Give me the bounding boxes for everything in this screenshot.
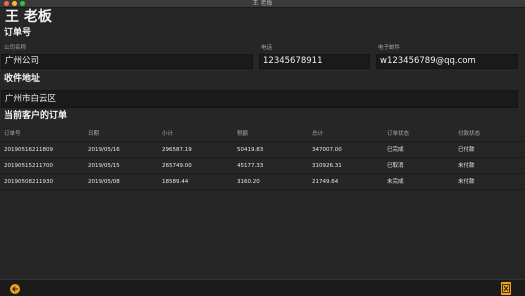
cell-order-no: 20190508211930 — [4, 179, 53, 185]
window-title: 王 老板 — [252, 0, 273, 7]
cell-tax: 3160.20 — [237, 179, 260, 185]
table-row[interactable]: 20190515211700 2019/05/15 265749.00 4517… — [0, 158, 525, 174]
cell-tax: 50419.83 — [237, 147, 264, 153]
cell-order-no: 20190516211809 — [4, 147, 53, 153]
column-header-subtotal[interactable]: 小计 — [162, 126, 173, 142]
cell-total: 310926.31 — [312, 163, 342, 169]
cell-order-status: 已完成 — [387, 147, 404, 153]
page-title: 王 老板 — [5, 9, 52, 25]
cell-tax: 45177.33 — [237, 163, 264, 169]
cell-subtotal: 296587.19 — [162, 147, 192, 153]
cell-order-status: 已取消 — [387, 163, 404, 169]
company-label: 公司名称 — [4, 45, 27, 51]
column-header-order-no[interactable]: 订单号 — [4, 126, 21, 142]
cell-payment-status: 未付款 — [458, 163, 475, 169]
cell-total: 21749.64 — [312, 179, 339, 185]
email-label: 电子邮件 — [378, 45, 401, 51]
back-button[interactable] — [10, 284, 20, 294]
cell-order-status: 未完成 — [387, 179, 404, 185]
orders-table: 订单号 日期 小计 税额 总计 订单状态 付款状态 20190516211809… — [0, 126, 525, 190]
cell-date: 2019/05/08 — [88, 179, 120, 185]
cell-subtotal: 18589.44 — [162, 179, 189, 185]
window-titlebar: 王 老板 — [0, 0, 525, 8]
cell-date: 2019/05/16 — [88, 147, 120, 153]
phone-field[interactable]: 12345678911 — [259, 54, 370, 69]
cell-date: 2019/05/15 — [88, 163, 120, 169]
column-header-payment-status[interactable]: 付款状态 — [458, 126, 480, 142]
column-header-date[interactable]: 日期 — [88, 126, 99, 142]
table-row[interactable]: 20190516211809 2019/05/16 296587.19 5041… — [0, 142, 525, 158]
address-section-title: 收件地址 — [4, 74, 41, 84]
export-excel-button[interactable] — [501, 282, 511, 295]
column-header-total[interactable]: 总计 — [312, 126, 323, 142]
cell-subtotal: 265749.00 — [162, 163, 192, 169]
cell-payment-status: 未付款 — [458, 179, 475, 185]
back-arrow-icon — [12, 286, 18, 292]
bottom-toolbar — [0, 279, 525, 296]
cell-order-no: 20190515211700 — [4, 163, 53, 169]
column-header-order-status[interactable]: 订单状态 — [387, 126, 409, 142]
excel-icon — [502, 284, 510, 293]
cell-payment-status: 已付款 — [458, 147, 475, 153]
table-row[interactable]: 20190508211930 2019/05/08 18589.44 3160.… — [0, 174, 525, 190]
cell-total: 347007.00 — [312, 147, 342, 153]
orders-section-title: 当前客户的订单 — [4, 111, 68, 121]
order-section-title: 订单号 — [4, 28, 32, 38]
phone-label: 电话 — [261, 45, 273, 51]
column-header-tax[interactable]: 税额 — [237, 126, 248, 142]
company-field[interactable]: 广州公司 — [1, 54, 253, 69]
email-field[interactable]: w123456789@qq.com — [376, 54, 518, 69]
table-header: 订单号 日期 小计 税额 总计 订单状态 付款状态 — [0, 126, 525, 142]
address-field[interactable]: 广州市白云区 — [1, 90, 518, 108]
